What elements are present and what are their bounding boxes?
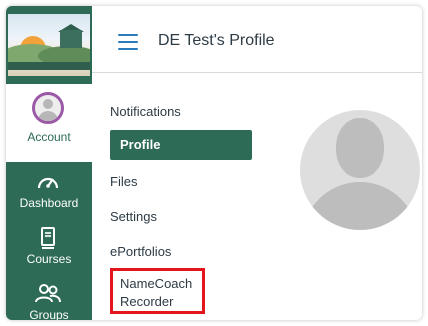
college-logo[interactable]	[8, 14, 90, 76]
page-header: DE Test's Profile	[92, 6, 422, 73]
section-nav-settings[interactable]: Settings	[110, 209, 157, 224]
global-nav-dashboard[interactable]: Dashboard	[6, 164, 92, 220]
avatar-head	[43, 99, 53, 109]
section-nav-profile[interactable]: Profile	[110, 130, 252, 160]
hamburger-line	[118, 48, 138, 50]
logo-building	[60, 30, 82, 48]
hamburger-line	[118, 34, 138, 36]
global-nav-label: Groups	[29, 308, 69, 320]
section-nav-namecoach-recorder[interactable]: NameCoach Recorder	[110, 268, 205, 314]
book-icon	[41, 227, 55, 249]
global-nav-courses[interactable]: Courses	[6, 220, 92, 276]
hamburger-line	[118, 41, 138, 43]
avatar-torso	[302, 182, 418, 230]
global-nav-account[interactable]: Account	[6, 84, 92, 162]
hamburger-icon[interactable]	[118, 34, 138, 50]
logo-band	[8, 62, 90, 70]
section-nav-eportfolios[interactable]: ePortfolios	[110, 244, 171, 259]
speedometer-icon	[37, 177, 59, 189]
profile-placeholder-avatar[interactable]	[300, 110, 420, 230]
global-nav-label: Courses	[26, 252, 72, 266]
people-icon	[35, 284, 61, 303]
page-title: DE Test's Profile	[158, 32, 275, 49]
avatar-torso	[38, 111, 58, 121]
user-avatar-icon	[32, 92, 64, 124]
section-nav-notifications[interactable]: Notifications	[110, 104, 181, 119]
global-nav-label: Dashboard	[19, 196, 79, 210]
avatar-head	[336, 118, 384, 178]
section-nav-files[interactable]: Files	[110, 174, 137, 189]
global-navigation: Account Dashboard Courses Groups	[6, 6, 92, 320]
global-nav-label: Account	[27, 130, 71, 144]
global-nav-groups[interactable]: Groups	[6, 276, 92, 320]
app-window: Account Dashboard Courses Groups DE Test…	[6, 6, 422, 320]
